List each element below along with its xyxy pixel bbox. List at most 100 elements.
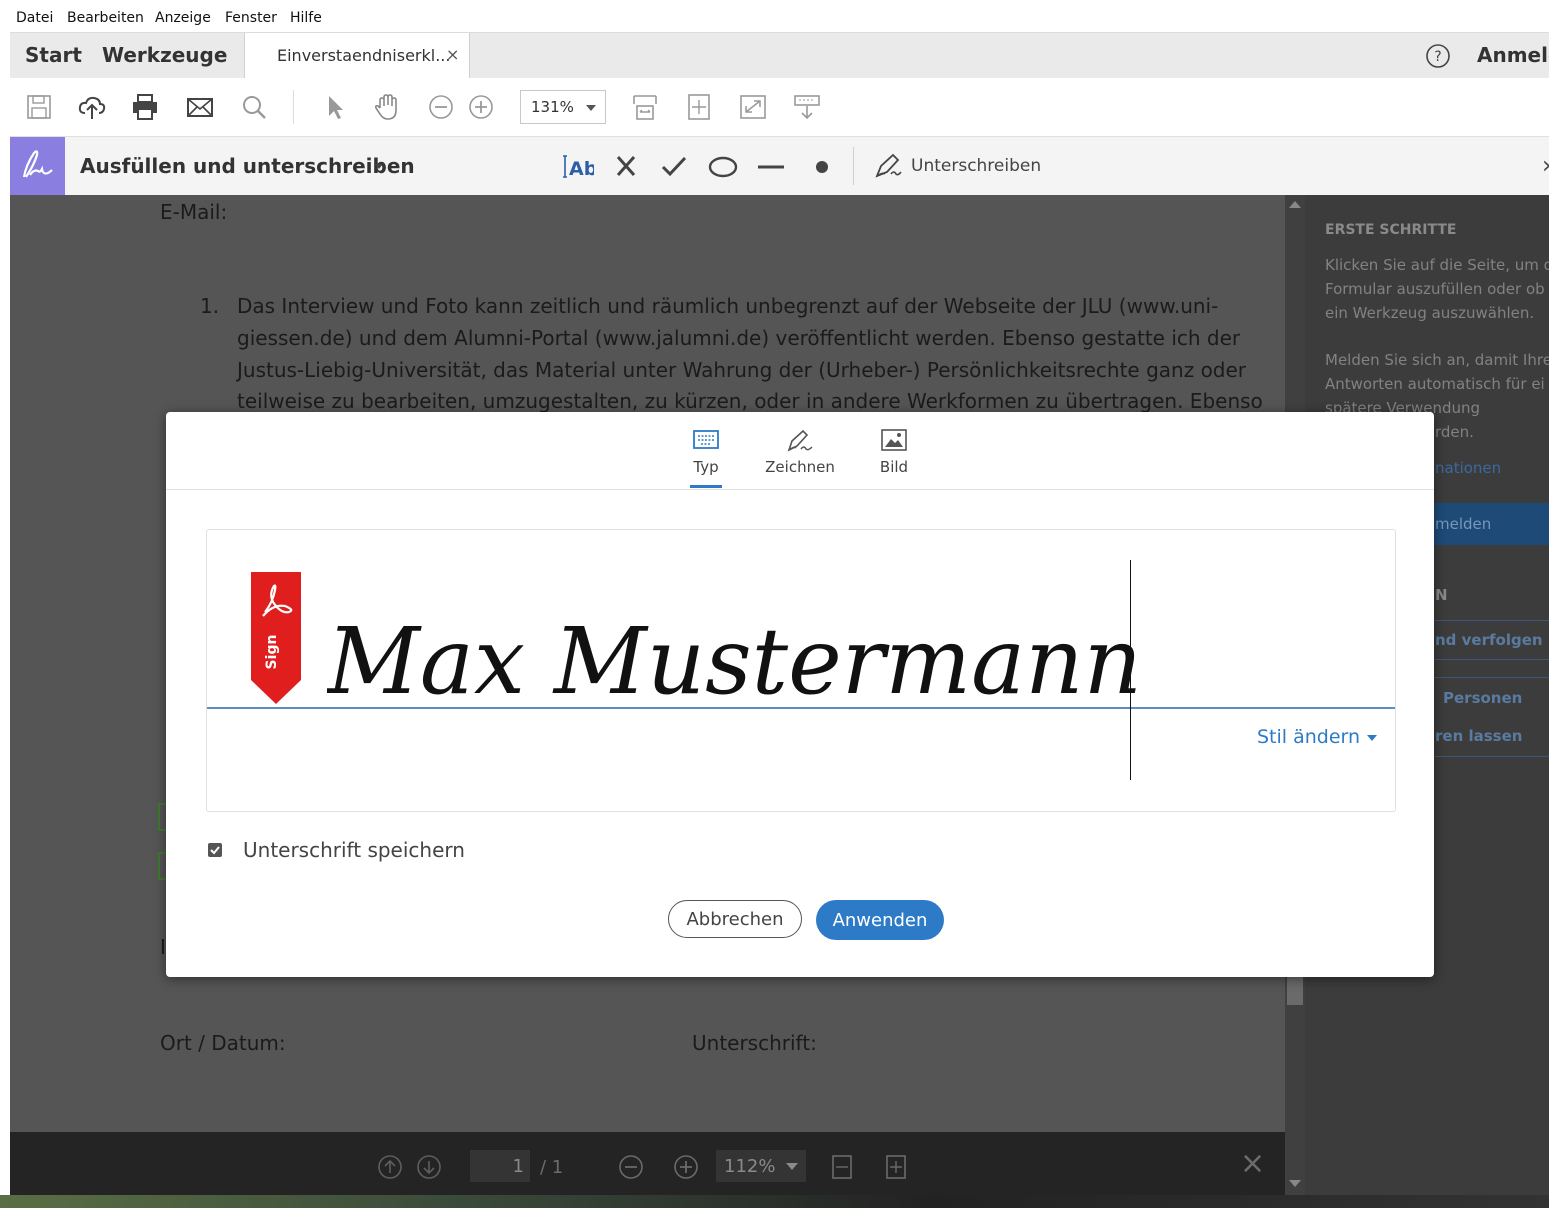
next-page-icon[interactable] <box>416 1154 442 1180</box>
hand-icon[interactable] <box>372 92 402 122</box>
dialog-divider <box>166 489 1434 490</box>
panel-action-label[interactable]: Personen <box>1443 689 1522 707</box>
svg-text:Ab: Ab <box>569 158 594 180</box>
signature-baseline <box>207 707 1395 709</box>
zoom-out-icon[interactable] <box>426 92 456 122</box>
toolbar-divider <box>293 90 294 124</box>
panel-link[interactable]: nationen <box>1435 459 1501 477</box>
fill-sign-divider <box>853 147 854 185</box>
active-tab-indicator <box>690 485 722 488</box>
menu-hilfe[interactable]: Hilfe <box>290 10 322 26</box>
chevron-down-icon <box>586 105 596 111</box>
panel-text: Melden Sie sich an, damit Ihre <box>1325 351 1549 369</box>
panel-heading: ERSTE SCHRITTE <box>1325 222 1457 238</box>
change-style-dropdown[interactable]: Stil ändern <box>1257 726 1378 748</box>
menu-fenster[interactable]: Fenster <box>225 10 277 26</box>
paragraph-line: Das Interview und Foto kann zeitlich und… <box>237 294 1219 318</box>
fill-sign-pen-icon[interactable] <box>10 137 65 195</box>
panel-section-title: N <box>1435 586 1448 604</box>
tab-bar: Start Werkzeuge Einverstaendniserkl... ×… <box>10 32 1549 80</box>
image-icon <box>881 429 907 451</box>
dot-tool[interactable] <box>810 155 834 179</box>
panel-text: Klicken Sie auf die Seite, um d <box>1325 256 1549 274</box>
tab-image-label: Bild <box>879 458 909 476</box>
fit-page-icon[interactable] <box>884 1154 908 1180</box>
fill-sign-dropdown-icon[interactable] <box>375 164 383 169</box>
bottom-zoom-dropdown[interactable]: 112% <box>716 1150 806 1182</box>
add-text-tool[interactable]: Ab <box>560 151 594 181</box>
page-navigation-bar: 1 / 1 112% × <box>10 1132 1285 1195</box>
cloud-upload-icon[interactable] <box>77 92 107 122</box>
fit-width-icon[interactable] <box>830 1154 854 1180</box>
collapse-icon[interactable]: › <box>1542 151 1549 179</box>
close-tab-icon[interactable]: × <box>446 45 459 64</box>
change-style-label: Stil ändern <box>1257 726 1361 748</box>
mail-icon[interactable] <box>185 92 215 122</box>
print-icon[interactable] <box>130 92 160 122</box>
sign-pen-icon[interactable] <box>873 152 905 180</box>
fill-sign-bar: Ausfüllen und unterschreiben Ab Untersch… <box>10 137 1549 196</box>
save-icon[interactable] <box>24 92 54 122</box>
cross-mark-tool[interactable] <box>613 153 639 179</box>
taskbar-strip <box>0 1195 1549 1208</box>
check-mark-tool[interactable] <box>660 153 688 179</box>
page-number-input[interactable]: 1 <box>470 1150 530 1182</box>
adobe-sign-badge-icon: Sign <box>251 572 301 704</box>
fill-sign-title[interactable]: Ausfüllen und unterschreiben <box>80 154 415 178</box>
save-signature-label[interactable]: Unterschrift speichern <box>243 838 465 862</box>
circle-tool[interactable] <box>707 155 739 179</box>
magnifier-icon[interactable] <box>239 92 269 122</box>
tab-draw[interactable]: Zeichnen <box>760 428 840 476</box>
previous-page-icon[interactable] <box>377 1154 403 1180</box>
read-mode-icon[interactable] <box>792 92 822 122</box>
signature-label: Unterschrift: <box>692 1031 817 1055</box>
main-toolbar: 131% <box>10 78 1549 137</box>
menu-bar: Datei Bearbeiten Anzeige Fenster Hilfe <box>0 0 1549 32</box>
sign-in-label[interactable]: Anmelc <box>1477 43 1549 67</box>
scroll-thumb[interactable] <box>1287 975 1303 1005</box>
save-signature-checkbox[interactable] <box>208 843 222 857</box>
panel-text: Formular auszufüllen oder ob <box>1325 280 1545 298</box>
tab-type-label: Typ <box>693 458 719 476</box>
tab-type[interactable]: Typ <box>666 428 746 476</box>
document-tab-title: Einverstaendniserkl... <box>277 46 451 65</box>
line-tool[interactable] <box>756 155 786 179</box>
signature-dialog: Typ Zeichnen Bild Sign Max Mustermann St… <box>166 412 1434 977</box>
chevron-down-icon <box>786 1163 798 1170</box>
sign-button-label[interactable]: Unterschreiben <box>911 156 1041 176</box>
list-number: 1. <box>200 294 220 318</box>
zoom-dropdown[interactable]: 131% <box>520 90 606 124</box>
close-bar-icon[interactable]: × <box>1240 1146 1265 1181</box>
fit-width-icon[interactable] <box>630 92 660 122</box>
cancel-button[interactable]: Abbrechen <box>668 900 802 938</box>
scroll-up-icon[interactable] <box>1289 201 1301 208</box>
fullscreen-icon[interactable] <box>738 92 768 122</box>
page-total: / 1 <box>540 1157 564 1178</box>
panel-text: ein Werkzeug auszuwählen. <box>1325 304 1535 322</box>
tab-document[interactable]: Einverstaendniserkl... × <box>244 33 470 79</box>
paragraph-line: giessen.de) und dem Alumni-Portal (www.j… <box>237 326 1241 350</box>
tab-image[interactable]: Bild <box>854 428 934 476</box>
typed-signature: Max Mustermann <box>327 588 1147 738</box>
zoom-in-icon[interactable] <box>673 1154 699 1180</box>
bottom-zoom-value: 112% <box>724 1156 776 1177</box>
signature-input-area[interactable]: Sign Max Mustermann Stil ändern <box>206 529 1396 812</box>
fit-page-icon[interactable] <box>684 92 714 122</box>
svg-text:Max Mustermann: Max Mustermann <box>327 608 1142 715</box>
scroll-down-icon[interactable] <box>1289 1180 1301 1187</box>
apply-button[interactable]: Anwenden <box>816 900 944 940</box>
pointer-icon[interactable] <box>320 92 350 122</box>
menu-bearbeiten[interactable]: Bearbeiten <box>67 10 144 26</box>
zoom-in-icon[interactable] <box>466 92 496 122</box>
menu-datei[interactable]: Datei <box>16 10 53 26</box>
panel-action-label[interactable]: nd verfolgen <box>1435 631 1543 649</box>
panel-action-label[interactable]: ren lassen <box>1435 727 1522 745</box>
page-current: 1 <box>512 1156 524 1177</box>
menu-anzeige[interactable]: Anzeige <box>155 10 211 26</box>
svg-text:Sign: Sign <box>264 635 280 670</box>
help-icon[interactable]: ? <box>1425 43 1451 69</box>
tab-tools[interactable]: Werkzeuge <box>102 43 227 67</box>
tab-start[interactable]: Start <box>25 43 82 67</box>
panel-text: Antworten automatisch für ei <box>1325 375 1545 393</box>
zoom-out-icon[interactable] <box>618 1154 644 1180</box>
